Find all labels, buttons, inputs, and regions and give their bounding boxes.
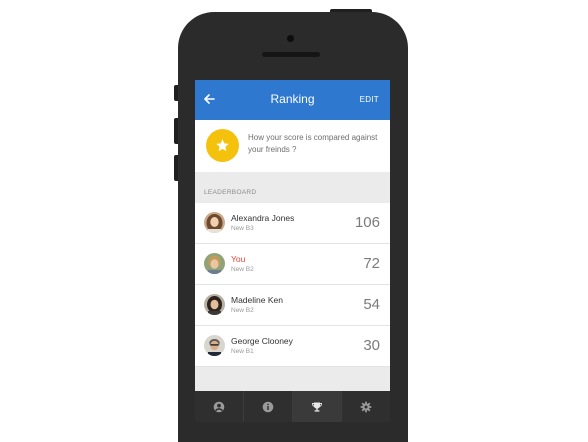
leaderboard-row[interactable]: You New B2 72 xyxy=(195,244,390,285)
front-camera xyxy=(287,35,294,42)
user-level: New B1 xyxy=(231,348,254,355)
user-level: New B2 xyxy=(231,307,254,314)
user-score: 54 xyxy=(363,296,380,313)
avatar xyxy=(204,253,225,274)
avatar xyxy=(204,335,225,356)
avatar xyxy=(204,212,225,233)
leaderboard-row[interactable]: George Clooney New B1 30 xyxy=(195,326,390,367)
user-level: New B2 xyxy=(231,266,254,273)
trophy-icon xyxy=(312,402,322,412)
user-level: New B3 xyxy=(231,225,254,232)
section-label: LEADERBOARD xyxy=(204,189,257,196)
user-name: Madeline Ken xyxy=(231,295,283,305)
app-screen: Ranking EDIT How your score is compared … xyxy=(195,80,390,422)
user-name: You xyxy=(231,254,246,264)
bottom-tab-bar xyxy=(195,391,390,422)
user-score: 106 xyxy=(354,214,380,231)
mute-switch xyxy=(174,85,178,101)
tab-settings[interactable] xyxy=(342,391,390,422)
user-score: 30 xyxy=(363,337,380,354)
power-button xyxy=(330,9,372,12)
tab-profile[interactable] xyxy=(195,391,244,422)
avatar xyxy=(204,294,225,315)
score-compare-banner[interactable]: How your score is compared against your … xyxy=(195,120,390,172)
edit-button[interactable]: EDIT xyxy=(360,95,379,104)
leaderboard-list: Alexandra Jones New B3 106 You New B2 72 xyxy=(195,203,390,367)
leaderboard-row[interactable]: Alexandra Jones New B3 106 xyxy=(195,203,390,244)
profile-icon xyxy=(213,401,225,412)
user-name: George Clooney xyxy=(231,336,293,346)
banner-text: How your score is compared against your … xyxy=(248,133,378,154)
info-icon xyxy=(262,401,274,412)
leaderboard-row[interactable]: Madeline Ken New B2 54 xyxy=(195,285,390,326)
tab-info[interactable] xyxy=(244,391,293,422)
volume-up-button xyxy=(174,118,178,144)
gear-icon xyxy=(360,401,372,412)
volume-down-button xyxy=(174,155,178,181)
app-bar: Ranking EDIT xyxy=(195,80,390,120)
user-score: 72 xyxy=(363,255,380,272)
earpiece-speaker xyxy=(262,52,320,57)
star-badge xyxy=(206,129,239,162)
star-icon xyxy=(216,139,229,152)
user-name: Alexandra Jones xyxy=(231,213,295,223)
tab-ranking[interactable] xyxy=(293,391,342,422)
